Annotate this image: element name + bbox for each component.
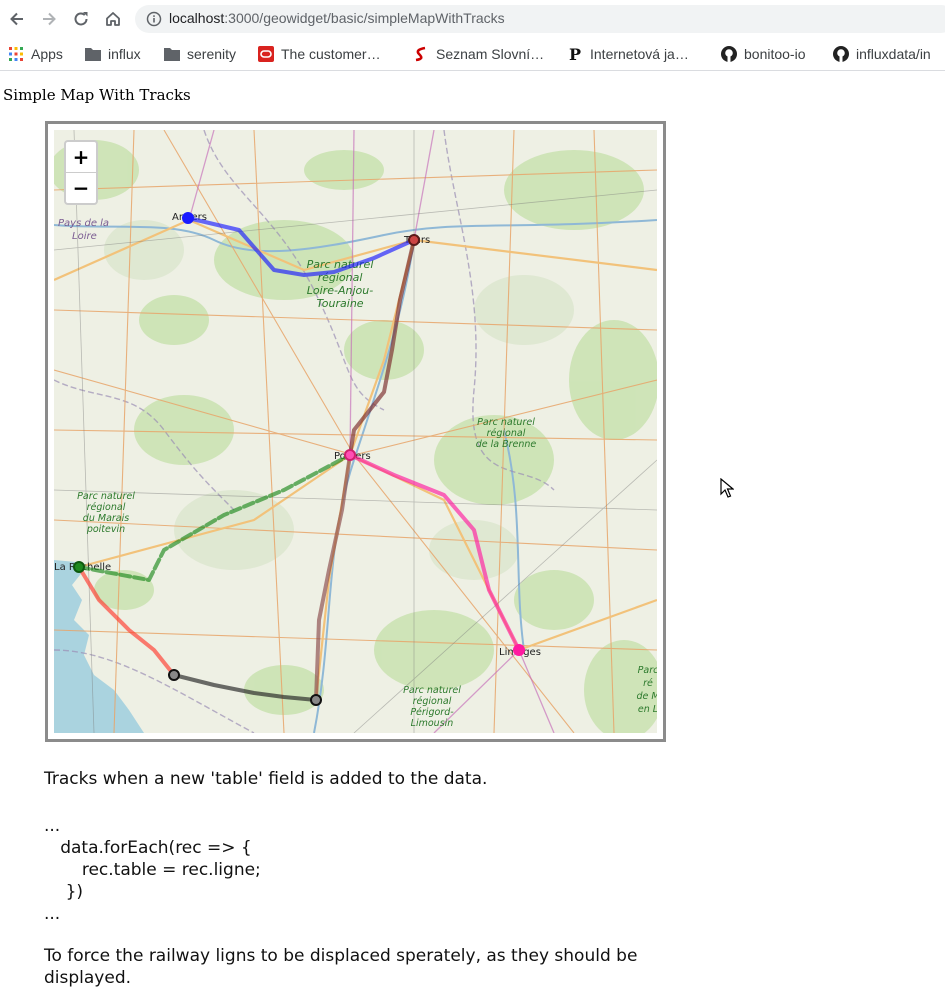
- bookmark-influxdata[interactable]: influxdata/in: [833, 43, 931, 65]
- forward-button[interactable]: [37, 7, 61, 31]
- reload-button[interactable]: [69, 7, 93, 31]
- bookmark-apps[interactable]: Apps: [8, 43, 63, 65]
- marker-junction-2[interactable]: [310, 694, 322, 706]
- p-logo-icon: P: [568, 44, 582, 64]
- zoom-in-button[interactable]: +: [66, 142, 96, 173]
- mouse-cursor-icon: [720, 477, 735, 502]
- region-label-pays-de-la-loire: Pays de la: [58, 218, 109, 229]
- back-button[interactable]: [5, 7, 29, 31]
- bookmark-label: serenity: [187, 46, 237, 62]
- park-label-loire-anjou: Touraine: [316, 297, 363, 310]
- site-info-icon[interactable]: [146, 11, 162, 31]
- park-label-marais: du Marais: [83, 513, 129, 524]
- bookmark-customer[interactable]: The customer…: [258, 43, 381, 65]
- zoom-control: + −: [64, 140, 98, 205]
- park-label-perigord: régional: [413, 696, 452, 707]
- oracle-icon: [258, 46, 274, 62]
- apps-grid-icon: [8, 46, 24, 62]
- park-labels: Parc naturel régional Loire-Anjou- Toura…: [307, 258, 374, 310]
- park-label-edge: ré: [643, 678, 653, 689]
- github-icon: [833, 46, 849, 62]
- marker-la-rochelle[interactable]: [73, 561, 85, 573]
- home-icon: [106, 12, 120, 26]
- park-label-edge: en L: [638, 704, 657, 715]
- marker-junction-1[interactable]: [168, 669, 180, 681]
- page-title: Simple Map With Tracks: [3, 86, 191, 104]
- park-label-loire-anjou: Loire-Anjou-: [307, 284, 373, 297]
- folder-icon: [85, 46, 101, 62]
- map-widget: Pays de la Loire Parc naturel régional L…: [45, 121, 666, 742]
- marker-poitiers[interactable]: [344, 449, 356, 461]
- folder-icon: [164, 46, 180, 62]
- reload-icon: [74, 12, 88, 26]
- park-label-marais: régional: [87, 502, 126, 513]
- bookmark-internetova[interactable]: P Internetová ja…: [567, 43, 689, 65]
- park-label-marais: Parc naturel: [77, 491, 135, 502]
- park-label-edge: de M: [636, 691, 657, 702]
- url-host: localhost: [169, 10, 225, 26]
- back-arrow-icon: [10, 12, 23, 26]
- park-label-perigord: Limousin: [411, 718, 454, 729]
- bookmark-label: Apps: [31, 46, 63, 62]
- code-snippet: ... data.forEach(rec => { rec.table = re…: [44, 816, 261, 924]
- bookmark-label: Seznam Slovní…: [436, 46, 545, 62]
- marker-tours[interactable]: [408, 234, 420, 246]
- bookmark-label: The customer…: [281, 46, 381, 62]
- url-path: :3000/geowidget/basic/simpleMapWithTrack…: [224, 10, 505, 26]
- bookmark-label: Internetová ja…: [590, 46, 689, 62]
- github-icon: [721, 46, 737, 62]
- description-text: Tracks when a new 'table' field is added…: [44, 769, 488, 789]
- bookmark-label: bonitoo-io: [744, 46, 806, 62]
- bookmark-label: influx: [108, 46, 141, 62]
- park-label-brenne: régional: [487, 428, 526, 439]
- browser-toolbar: localhost:3000/geowidget/basic/simpleMap…: [0, 0, 945, 38]
- park-label-marais: poitevin: [86, 524, 125, 535]
- park-label-edge: Parc: [638, 665, 657, 676]
- address-bar[interactable]: localhost:3000/geowidget/basic/simpleMap…: [135, 5, 945, 33]
- map-svg: Pays de la Loire Parc naturel régional L…: [54, 130, 657, 733]
- url-text: localhost:3000/geowidget/basic/simpleMap…: [169, 10, 505, 26]
- footer-text: To force the railway ligns to be displac…: [44, 946, 638, 988]
- park-label-perigord: Parc naturel: [403, 685, 461, 696]
- bookmark-label: influxdata/in: [856, 46, 931, 62]
- bookmark-serenity[interactable]: serenity: [164, 43, 236, 65]
- seznam-icon: [413, 46, 429, 62]
- park-label-perigord: Périgord-: [410, 707, 454, 718]
- bookmark-bonitoo[interactable]: bonitoo-io: [721, 43, 806, 65]
- bookmark-influx[interactable]: influx: [85, 43, 141, 65]
- park-label-brenne: Parc naturel: [477, 417, 535, 428]
- bookmarks-bar: Apps influx serenity The customer… Sezna…: [0, 38, 945, 71]
- park-label-brenne: de la Brenne: [476, 439, 537, 450]
- marker-limoges[interactable]: [513, 644, 525, 656]
- bookmark-seznam[interactable]: Seznam Slovní…: [413, 43, 544, 65]
- zoom-out-button[interactable]: −: [66, 173, 96, 203]
- forward-arrow-icon: [43, 12, 56, 26]
- marker-angers[interactable]: [182, 212, 194, 224]
- region-label-pays-de-la-loire: Loire: [72, 231, 97, 242]
- map-canvas[interactable]: Pays de la Loire Parc naturel régional L…: [54, 130, 657, 733]
- home-button[interactable]: [101, 7, 125, 31]
